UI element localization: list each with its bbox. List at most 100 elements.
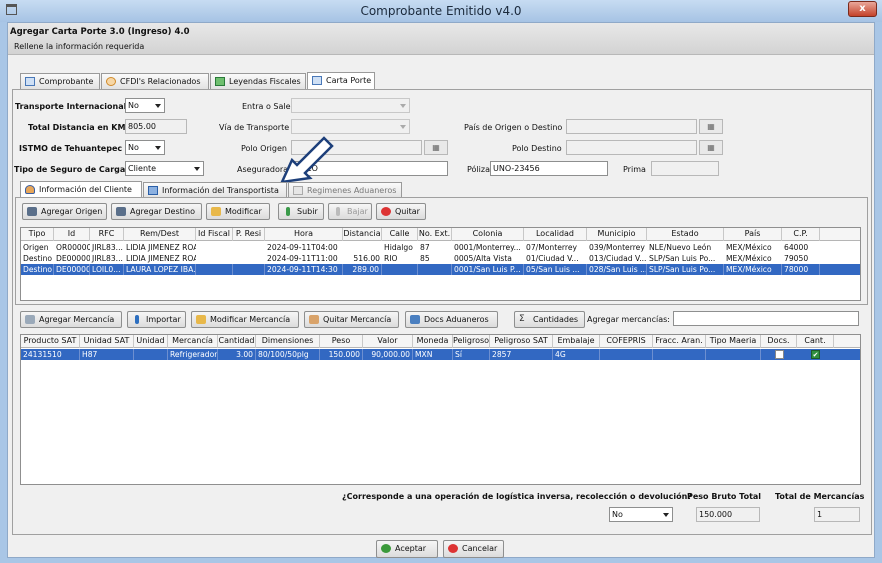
quitar-button[interactable]: Quitar xyxy=(376,203,426,220)
pais-origen-destino-field[interactable] xyxy=(566,119,697,134)
chevron-down-icon xyxy=(155,146,161,150)
customs-icon xyxy=(293,186,303,195)
table-cell: LIDIA JIMENEZ ROA xyxy=(126,254,196,263)
ubicaciones-table[interactable]: Tipo Id RFC Rem/Dest Id Fiscal P. Resi Hora Dis… xyxy=(20,227,861,301)
total-mercancias-field[interactable]: 1 xyxy=(814,507,860,522)
docs-aduaneros-button[interactable]: Docs Aduaneros xyxy=(405,311,498,328)
agregar-mercancias-input[interactable] xyxy=(673,311,859,326)
total-distancia-field[interactable]: 805.00 xyxy=(125,119,187,134)
column-header[interactable]: Distancia xyxy=(343,228,382,241)
calendar-icon[interactable]: ▦ xyxy=(699,119,723,134)
agregar-mercancia-button[interactable]: Agregar Mercancía xyxy=(20,311,122,328)
column-header[interactable]: País xyxy=(724,228,782,241)
logistica-select[interactable]: No xyxy=(609,507,673,522)
column-header[interactable]: C.P. xyxy=(782,228,820,241)
quitar-mercancia-button[interactable]: Quitar Mercancía xyxy=(304,311,399,328)
calendar-icon[interactable]: ▦ xyxy=(424,140,448,155)
polo-destino-field[interactable] xyxy=(566,140,697,155)
column-header[interactable]: RFC xyxy=(90,228,124,241)
arrow-down-icon xyxy=(336,207,340,216)
column-header[interactable]: Unidad SAT xyxy=(80,335,134,348)
tab-cfdi-relacionados[interactable]: CFDI's Relacionados xyxy=(101,73,209,89)
column-header[interactable]: Id xyxy=(54,228,90,241)
column-header[interactable]: Id Fiscal xyxy=(196,228,233,241)
importar-button[interactable]: Importar xyxy=(127,311,186,328)
dialog-title: Agregar Carta Porte 3.0 (Ingreso) 4.0 xyxy=(10,27,190,37)
tab-informacion-cliente[interactable]: Información del Cliente xyxy=(20,181,142,198)
column-header[interactable]: Peligroso xyxy=(453,335,490,348)
table-row[interactable]: DestinoDE000002JIRL83...LIDIA JIMENEZ RO… xyxy=(21,253,860,264)
transporte-internacional-label: Transporte Internacional xyxy=(15,102,127,111)
peso-bruto-field[interactable]: 150.000 xyxy=(696,507,760,522)
istmo-select[interactable]: No xyxy=(125,140,165,155)
table-header: Tipo Id RFC Rem/Dest Id Fiscal P. Resi Hora Dis… xyxy=(21,228,860,241)
checkbox[interactable]: ✔ xyxy=(811,350,820,359)
column-header[interactable]: Embalaje xyxy=(553,335,600,348)
column-header[interactable]: Localidad xyxy=(524,228,587,241)
tipo-seguro-select[interactable]: Cliente xyxy=(125,161,204,176)
aceptar-button[interactable]: Aceptar xyxy=(376,540,438,558)
tab-regimenes-aduaneros[interactable]: Regimenes Aduaneros xyxy=(288,182,402,198)
calendar-icon[interactable]: ▦ xyxy=(699,140,723,155)
column-header[interactable]: No. Ext. xyxy=(418,228,452,241)
column-header[interactable]: Municipio xyxy=(587,228,647,241)
bajar-button[interactable]: Bajar xyxy=(328,203,372,220)
entra-sale-label: Entra o Sale xyxy=(242,102,291,111)
transporte-internacional-select[interactable]: No xyxy=(125,98,165,113)
table-cell: Origen xyxy=(23,243,49,252)
column-header[interactable]: Peso xyxy=(320,335,363,348)
column-header[interactable]: Mercancía xyxy=(168,335,218,348)
column-header[interactable]: Calle xyxy=(382,228,418,241)
column-header[interactable]: Tipo xyxy=(21,228,54,241)
modificar-mercancia-button[interactable]: Modificar Mercancía xyxy=(191,311,299,328)
people-icon xyxy=(106,77,116,86)
column-header[interactable]: P. Resi xyxy=(233,228,265,241)
tab-informacion-transportista[interactable]: Información del Transportista xyxy=(143,182,287,198)
tab-comprobante[interactable]: Comprobante xyxy=(20,73,100,89)
mercancias-table[interactable]: Producto SAT Unidad SAT Unidad Mercancía Can… xyxy=(20,334,861,485)
column-header[interactable]: Hora xyxy=(265,228,343,241)
table-row[interactable]: DestinoDE000001LOIL0...LAURA LOPEZ IBA..… xyxy=(21,264,860,275)
entra-sale-select[interactable] xyxy=(291,98,410,113)
prima-field[interactable] xyxy=(651,161,719,176)
column-header[interactable]: Peligroso SAT xyxy=(490,335,553,348)
column-header[interactable]: Cant. xyxy=(797,335,834,348)
column-header[interactable]: Colonia xyxy=(452,228,524,241)
column-header[interactable]: Fracc. Aran. xyxy=(653,335,706,348)
table-cell: 2024-09-11T04:00 xyxy=(267,243,338,252)
poliza-field[interactable]: UNO-23456 xyxy=(490,161,608,176)
column-header[interactable]: Valor xyxy=(363,335,413,348)
column-header[interactable]: Producto SAT xyxy=(21,335,80,348)
tab-leyendas-fiscales[interactable]: Leyendas Fiscales xyxy=(210,73,306,89)
table-cell: 05/San Luis ... xyxy=(524,264,587,275)
column-header[interactable]: Dimensiones xyxy=(256,335,320,348)
table-row[interactable]: Origen OR000005JIRL83...LIDIA JIMENEZ ROA… xyxy=(21,242,860,253)
document-icon xyxy=(25,77,35,86)
tab-carta-porte[interactable]: Carta Porte xyxy=(307,72,375,89)
agregar-origen-button[interactable]: Agregar Origen xyxy=(22,203,107,220)
total-distancia-label: Total Distancia en KM xyxy=(28,123,126,132)
column-header[interactable]: Docs. xyxy=(761,335,797,348)
column-header[interactable]: Rem/Dest xyxy=(124,228,196,241)
agregar-destino-button[interactable]: Agregar Destino xyxy=(111,203,202,220)
table-cell xyxy=(196,242,233,253)
checkbox[interactable] xyxy=(774,350,784,359)
column-header[interactable]: Estado xyxy=(647,228,724,241)
column-header[interactable]: Unidad xyxy=(134,335,168,348)
table-cell xyxy=(233,253,265,264)
column-header[interactable]: Moneda xyxy=(413,335,453,348)
box-remove-icon xyxy=(309,315,319,324)
table-cell: 150.000 xyxy=(320,349,363,360)
column-header[interactable]: Cantidad xyxy=(218,335,256,348)
via-transporte-select[interactable] xyxy=(291,119,410,134)
cantidades-button[interactable]: Σ Cantidades xyxy=(514,311,585,328)
table-row[interactable]: 24131510 H87 Refrigerador 3.00 80/100/50plg 1… xyxy=(21,349,860,360)
table-cell: LOIL0... xyxy=(90,264,124,275)
modificar-button[interactable]: Modificar xyxy=(206,203,270,220)
subir-button[interactable]: Subir xyxy=(278,203,324,220)
close-button[interactable]: x xyxy=(848,1,877,17)
cancelar-button[interactable]: Cancelar xyxy=(443,540,504,558)
column-header[interactable]: COFEPRIS xyxy=(600,335,653,348)
polo-destino-label: Polo Destino xyxy=(512,144,562,153)
column-header[interactable]: Tipo Maeria xyxy=(706,335,761,348)
